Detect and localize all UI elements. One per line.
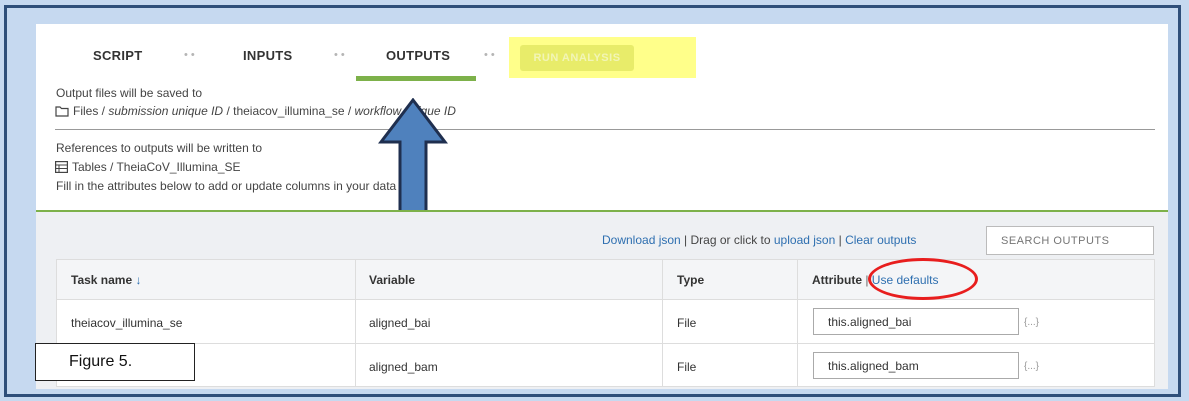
- tables-path-text[interactable]: Tables / TheiaCoV_Illumina_SE: [72, 160, 241, 174]
- output-saved-label: Output files will be saved to: [56, 86, 203, 100]
- up-arrow-annotation: [377, 97, 449, 221]
- outputs-table: Task name ↓ Variable Type Attribute | Us…: [56, 259, 1155, 387]
- tab-separator: ••: [184, 49, 198, 61]
- tab-outputs[interactable]: OUTPUTS: [386, 48, 450, 63]
- tables-path: Tables / TheiaCoV_Illumina_SE: [55, 160, 241, 176]
- figure-label: Figure 5.: [35, 343, 195, 381]
- references-label: References to outputs will be written to: [56, 141, 263, 155]
- path-workflow-name: / theiacov_illumina_se /: [226, 104, 355, 118]
- fill-in-note: Fill in the attributes below to add or u…: [56, 179, 426, 193]
- header-attribute-label: Attribute: [812, 273, 862, 287]
- path-files[interactable]: Files /: [73, 104, 105, 118]
- row-variable: aligned_bai: [369, 316, 431, 330]
- tab-separator: ••: [334, 49, 348, 61]
- path-submission-id: submission unique ID: [108, 104, 224, 118]
- tab-separator: ••: [484, 49, 498, 61]
- attribute-input[interactable]: [813, 352, 1019, 379]
- table-icon: [55, 161, 69, 176]
- drag-text: Drag or click to: [690, 233, 774, 247]
- expression-braces-icon[interactable]: {...}: [1024, 361, 1039, 372]
- expression-braces-icon[interactable]: {...}: [1024, 317, 1039, 328]
- red-ellipse-annotation: [868, 258, 978, 300]
- table-header-row: Task name ↓ Variable Type Attribute | Us…: [57, 260, 1154, 300]
- sort-down-icon[interactable]: ↓: [136, 273, 142, 287]
- clear-outputs-link[interactable]: Clear outputs: [845, 233, 916, 247]
- tab-script[interactable]: SCRIPT: [93, 48, 142, 63]
- active-tab-indicator: [356, 76, 476, 81]
- row-type: File: [677, 360, 697, 374]
- row-task-name: theiacov_illumina_se: [71, 316, 183, 330]
- attribute-input[interactable]: [813, 308, 1019, 335]
- header-task-name[interactable]: Task name ↓: [71, 273, 142, 287]
- divider: [55, 129, 1155, 130]
- header-variable: Variable: [369, 273, 416, 287]
- header-type: Type: [677, 273, 705, 287]
- folder-icon: [55, 105, 69, 120]
- download-json-link[interactable]: Download json: [602, 233, 681, 247]
- tab-inputs[interactable]: INPUTS: [243, 48, 292, 63]
- upload-json-link[interactable]: upload json: [774, 233, 835, 247]
- table-row: theiacov_illumina_se aligned_bam File {.…: [57, 344, 1154, 387]
- search-outputs-input[interactable]: [986, 226, 1154, 255]
- header-task-name-label: Task name: [71, 273, 133, 287]
- row-variable: aligned_bam: [369, 360, 438, 374]
- toolbar-separator: |: [835, 233, 846, 247]
- outputs-toolbar: Download json | Drag or click to upload …: [602, 233, 916, 247]
- toolbar-separator: |: [680, 233, 691, 247]
- row-type: File: [677, 316, 697, 330]
- run-analysis-button[interactable]: RUN ANALYSIS: [520, 45, 634, 71]
- table-row: theiacov_illumina_se aligned_bai File {.…: [57, 300, 1154, 344]
